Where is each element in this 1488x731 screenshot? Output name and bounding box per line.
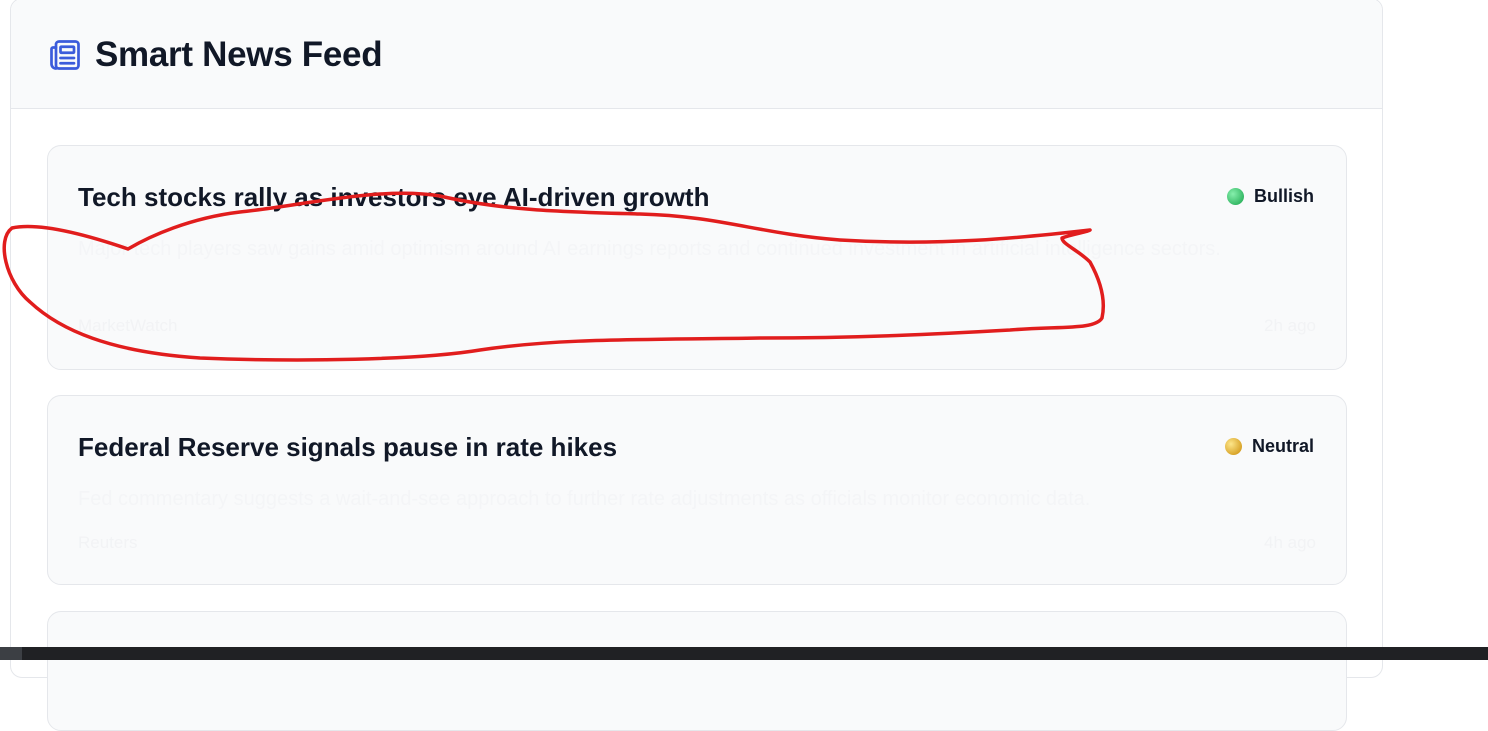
news-card-summary: Major tech players saw gains amid optimi… [78, 232, 1316, 266]
bullish-dot-icon [1227, 188, 1244, 205]
newspaper-icon [47, 37, 83, 73]
sentiment-label: Bullish [1254, 186, 1314, 207]
news-card[interactable] [47, 611, 1347, 731]
news-card-time: 2h ago [1264, 316, 1316, 336]
news-card-title[interactable]: Federal Reserve signals pause in rate hi… [78, 432, 617, 463]
news-card[interactable]: Federal Reserve signals pause in rate hi… [47, 395, 1347, 585]
news-card-source: Reuters [78, 533, 138, 553]
news-card-title[interactable]: Tech stocks rally as investors eye AI-dr… [78, 182, 709, 213]
sentiment-label: Neutral [1252, 436, 1314, 457]
news-feed-header: Smart News Feed [11, 0, 1382, 109]
news-feed-panel: Smart News Feed Tech stocks rally as inv… [10, 0, 1383, 678]
sentiment-badge: Bullish [1227, 186, 1314, 207]
news-card[interactable]: Tech stocks rally as investors eye AI-dr… [47, 145, 1347, 370]
neutral-dot-icon [1225, 438, 1242, 455]
taskbar-corner [0, 647, 22, 660]
news-card-summary: Fed commentary suggests a wait-and-see a… [78, 482, 1316, 516]
news-card-source: MarketWatch [78, 316, 178, 336]
page-title: Smart News Feed [95, 35, 382, 75]
taskbar-strip [0, 647, 1488, 660]
news-card-time: 4h ago [1264, 533, 1316, 553]
sentiment-badge: Neutral [1225, 436, 1314, 457]
